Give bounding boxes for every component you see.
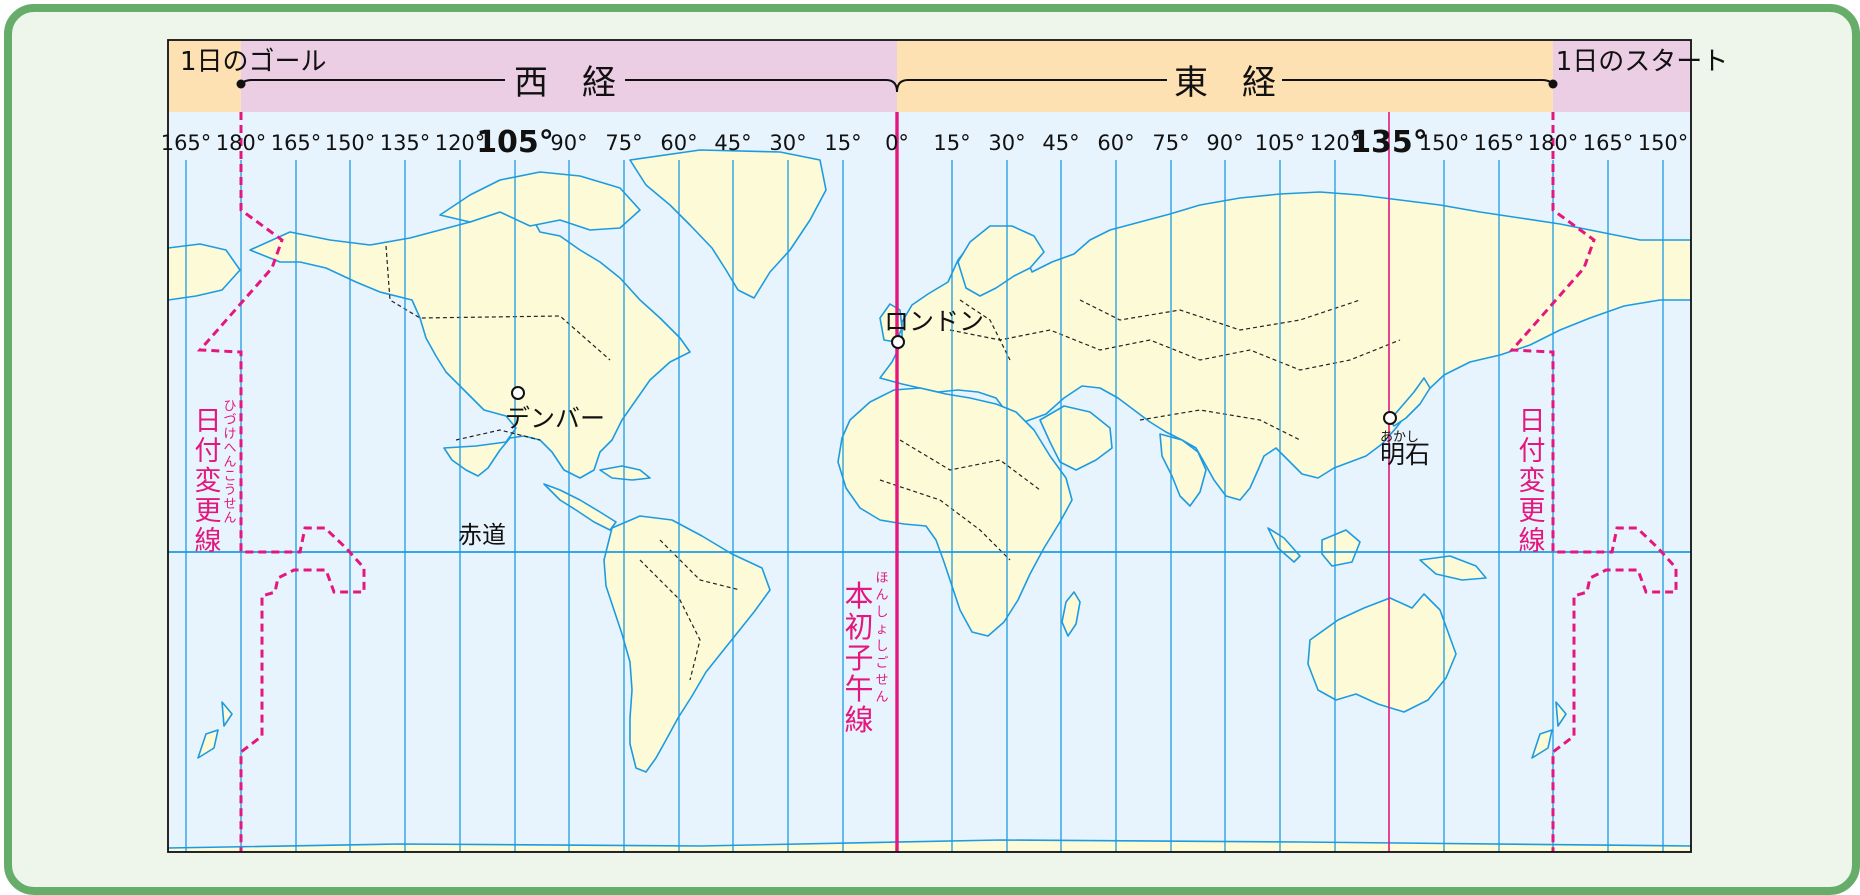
date-line-ruby-left: せ: [223, 497, 236, 512]
degree-label: 165°: [1583, 131, 1634, 155]
prime-meridian-ruby: ょ: [875, 622, 888, 637]
date-line-label-left: 線: [195, 526, 222, 557]
degree-label: 180°: [1528, 131, 1579, 155]
date-line-ruby-left: こ: [223, 469, 236, 484]
prime-meridian-ruby: ほ: [875, 571, 888, 586]
degree-label: 60°: [660, 131, 697, 155]
degree-label: 0°: [885, 131, 909, 155]
prime-meridian-label: 午: [844, 672, 873, 706]
date-line-ruby-left: づ: [223, 413, 236, 428]
date-line-label-right: 変: [1519, 466, 1546, 497]
degree-label: 75°: [605, 131, 642, 155]
date-line-ruby-left: け: [223, 427, 236, 442]
date-line-ruby-left: う: [223, 483, 236, 498]
east-longitude-label: 東 経: [1174, 63, 1276, 103]
degree-label: 60°: [1097, 131, 1134, 155]
prime-meridian-ruby: ん: [875, 690, 888, 705]
start-dot: [1548, 79, 1558, 89]
degree-label: 105°: [1255, 131, 1306, 155]
degree-label: 30°: [769, 131, 806, 155]
akashi-marker: [1383, 411, 1397, 425]
west-longitude-label: 西 経: [514, 63, 616, 103]
date-line-label-left: 付: [195, 436, 222, 467]
prime-meridian-ruby: ご: [875, 655, 888, 671]
degree-label: 45°: [1042, 131, 1079, 155]
degree-label: 75°: [1152, 131, 1189, 155]
date-line-ruby-left: ん: [223, 511, 236, 526]
date-line-label-left: 変: [195, 466, 222, 497]
degree-label: 165°: [161, 131, 212, 155]
goal-dot: [236, 79, 246, 89]
date-line-ruby-left: ひ: [223, 399, 236, 414]
akashi-label: 明石: [1380, 440, 1430, 469]
london-label: ロンドン: [884, 307, 984, 336]
denver-marker: [511, 386, 525, 400]
equator-label: 赤道: [458, 521, 506, 549]
day-start-label: 1日のスタート: [1556, 47, 1729, 77]
degree-label: 90°: [550, 131, 587, 155]
date-line-ruby-left: へ: [223, 441, 236, 456]
date-line-label-right: 付: [1519, 436, 1546, 467]
prime-meridian-ruby: ん: [875, 588, 888, 603]
prime-meridian-ruby: し: [875, 639, 888, 654]
prime-meridian-label: 線: [844, 703, 873, 737]
date-line-label-right: 更: [1519, 496, 1546, 527]
date-line-label-left: 更: [195, 496, 222, 527]
prime-meridian-label: 初: [844, 610, 873, 644]
degree-label: 165°: [1474, 131, 1525, 155]
world-time-zone-map: 1日のゴール 西 経 東 経 1日のスタート 165° 180° 165° 150° 1…: [161, 39, 1729, 853]
prime-meridian-ruby: せ: [875, 673, 888, 688]
denver-label: デンバー: [505, 404, 605, 433]
date-line-label-right: 線: [1519, 526, 1546, 557]
degree-label: 165°: [271, 131, 322, 155]
degree-label: 90°: [1206, 131, 1243, 155]
prime-meridian-ruby: し: [875, 605, 888, 620]
date-line-label-left: 日: [195, 406, 222, 437]
prime-meridian-label: 子: [844, 641, 873, 675]
date-line-ruby-left: ん: [223, 455, 236, 470]
degree-label: 150°: [1419, 131, 1470, 155]
degree-label: 150°: [1638, 131, 1689, 155]
degree-label: 105°: [476, 125, 554, 160]
degree-label: 135°: [380, 131, 431, 155]
degree-label: 150°: [325, 131, 376, 155]
date-line-label-right: 日: [1519, 406, 1546, 437]
prime-meridian-label: 本: [844, 579, 873, 613]
degree-label: 135°: [1350, 125, 1428, 160]
london-marker: [891, 335, 905, 349]
degree-label: 180°: [216, 131, 267, 155]
day-goal-label: 1日のゴール: [180, 47, 327, 77]
degree-label: 45°: [714, 131, 751, 155]
degree-label: 30°: [988, 131, 1025, 155]
degree-label: 15°: [824, 131, 861, 155]
degree-label: 15°: [933, 131, 970, 155]
